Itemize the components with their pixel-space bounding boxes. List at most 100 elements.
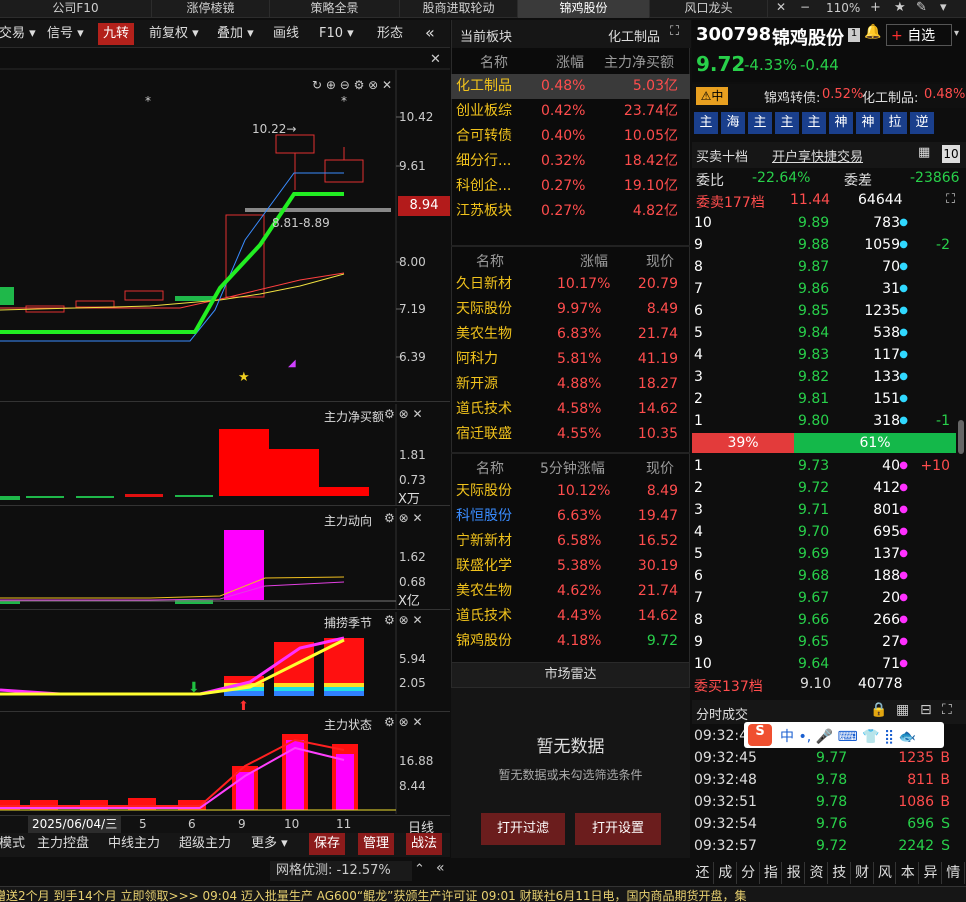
sell-level-row[interactable]: 10 9.89 783 ● <box>692 212 950 234</box>
quick-tab[interactable]: 海 <box>721 112 745 134</box>
ime-icons[interactable]: 中 •, 🎤 ⌨ 👕 ⣿ 🐟 <box>780 726 916 746</box>
quick-tab[interactable]: 神 <box>829 112 853 134</box>
buy-level-row[interactable]: 9 9.65 27 ● <box>692 631 950 653</box>
open-filter-button[interactable]: 打开过滤 <box>481 813 565 845</box>
sell-level-row[interactable]: 6 9.85 1235 ● <box>692 300 950 322</box>
buy-level-row[interactable]: 8 9.66 266 ● <box>692 609 950 631</box>
manage-button[interactable]: 管理 <box>358 833 395 855</box>
grid-icon[interactable]: ▦ <box>918 145 930 160</box>
chevron-down-icon[interactable]: ▾ <box>940 0 947 15</box>
sell-level-row[interactable]: 5 9.84 538 ● <box>692 322 950 344</box>
indicator-main-state[interactable]: 主力状态 ⚙ ⊗ ✕ 16.88 8.44 <box>0 714 450 814</box>
open-settings-button[interactable]: 打开设置 <box>575 813 661 845</box>
indicator-net-buy[interactable]: 主力净买额 ⚙ ⊗ ✕ 1.81 0.73 X万 <box>0 404 450 507</box>
buy-level-row[interactable]: 10 9.64 71 ● <box>692 653 950 675</box>
sector-row[interactable]: 创业板综 0.42% 23.74亿 <box>451 99 690 124</box>
info-tab[interactable]: 技 <box>829 862 851 884</box>
five-min-row[interactable]: 美农生物 4.62% 21.74 <box>451 579 690 604</box>
orderbook-scrollbar[interactable] <box>958 420 964 454</box>
five-min-row[interactable]: 锦鸡股份 4.18% 9.72 <box>451 629 690 654</box>
open-account-link[interactable]: 开户享快捷交易 <box>772 146 863 165</box>
info-tab[interactable]: 风 <box>874 862 897 884</box>
expand-icon[interactable]: ⛶ <box>946 192 955 207</box>
star-icon[interactable]: ★ <box>894 0 906 15</box>
five-min-row[interactable]: 联盛化学 5.38% 30.19 <box>451 554 690 579</box>
zoom-out-icon[interactable]: − <box>800 0 810 14</box>
sell-level-row[interactable]: 4 9.83 117 ● <box>692 344 950 366</box>
buy-level-row[interactable]: 6 9.68 188 ● <box>692 565 950 587</box>
pattern-button[interactable]: 形态 <box>372 23 408 45</box>
kline-chart[interactable]: ✕ * * ★ ◢ ↻ ⊕ ⊖ ⚙ ⊗ ✕ 10.22→ 8.81-8.89 1 <box>0 50 450 402</box>
indicator-season[interactable]: 捕捞季节 ⚙ ⊗ ✕ ⬇ ⬆ 5.94 2.05 <box>0 612 450 712</box>
sector-row[interactable]: 江苏板块 0.27% 4.82亿 <box>451 199 690 224</box>
news-ticker[interactable]: 赠送2个月 到手14个月 立即领取>>> 09:04 迈入批量生产 AG600“… <box>0 886 966 902</box>
info-tab[interactable]: 情 <box>943 862 965 884</box>
tab-limit-prism[interactable]: 涨停棱镜 <box>152 0 270 18</box>
stock-row[interactable]: 美农生物 6.83% 21.74 <box>451 322 690 347</box>
buy-level-row[interactable]: 4 9.70 695 ● <box>692 521 950 543</box>
quick-tab[interactable]: 主 <box>748 112 772 134</box>
five-min-row[interactable]: 天际股份 10.12% 8.49 <box>451 479 690 504</box>
quick-tab[interactable]: 逆 <box>910 112 934 134</box>
stock-row[interactable]: 阿科力 5.81% 41.19 <box>451 347 690 372</box>
tab-super-main[interactable]: 超级主力 <box>174 833 236 855</box>
buy-level-row[interactable]: 3 9.71 801 ● <box>692 499 950 521</box>
stock-row[interactable]: 道氏技术 4.58% 14.62 <box>451 397 690 422</box>
strategy-button[interactable]: 战法 <box>406 833 443 855</box>
zoom-in-icon[interactable]: + <box>870 0 881 15</box>
quick-tab[interactable]: 主 <box>802 112 826 134</box>
nine-turn-button[interactable]: 九转 <box>98 23 135 45</box>
adjust-menu[interactable]: 前复权 ▾ <box>144 23 204 45</box>
quick-tab[interactable]: 主 <box>775 112 799 134</box>
sell-level-row[interactable]: 9 9.88 1059 ● -2 <box>692 234 950 256</box>
info-tab[interactable]: 指 <box>760 862 783 884</box>
f10-menu[interactable]: F10 ▾ <box>314 23 359 45</box>
five-min-row[interactable]: 科恒股份 6.63% 19.47 <box>451 504 690 529</box>
grid-icon[interactable]: ▦ <box>896 702 909 718</box>
tab-more[interactable]: 更多 ▾ <box>246 833 293 855</box>
signal-menu[interactable]: 信号 ▾ <box>42 23 89 45</box>
stock-row[interactable]: 久日新材 10.17% 20.79 <box>451 272 690 297</box>
sogou-icon[interactable]: S <box>748 724 772 746</box>
info-tab[interactable]: 成 <box>715 862 737 884</box>
sell-level-row[interactable]: 2 9.81 151 ● <box>692 388 950 410</box>
buy-level-row[interactable]: 7 9.67 20 ● <box>692 587 950 609</box>
info-tab[interactable]: 异 <box>920 862 942 884</box>
buy-level-row[interactable]: 5 9.69 137 ● <box>692 543 950 565</box>
tab-stock[interactable]: 锦鸡股份 <box>518 0 650 18</box>
expand-icon[interactable]: ⛶ <box>942 702 952 718</box>
bell-icon[interactable]: 🔔 <box>864 24 881 40</box>
sell-level-row[interactable]: 8 9.87 70 ● <box>692 256 950 278</box>
stock-row[interactable]: 天际股份 9.97% 8.49 <box>451 297 690 322</box>
sector-row[interactable]: 合可转债 0.40% 10.05亿 <box>451 124 690 149</box>
five-min-row[interactable]: 道氏技术 4.43% 14.62 <box>451 604 690 629</box>
trade-menu[interactable]: 交易 ▾ <box>0 23 41 45</box>
collapse-icon[interactable]: « <box>425 23 435 42</box>
tab-mode[interactable]: 模式 <box>0 833 30 855</box>
info-tab[interactable]: 报 <box>783 862 806 884</box>
info-tab[interactable]: 财 <box>852 862 874 884</box>
chart-tools-icons[interactable]: ↻ ⊕ ⊖ ⚙ ⊗ ✕ <box>312 78 392 92</box>
collapse-icon[interactable]: « <box>436 860 445 876</box>
tab-main-control[interactable]: 主力控盘 <box>32 833 94 855</box>
tab-strategy[interactable]: 策略全景 <box>270 0 400 18</box>
lock-icon[interactable]: 🔒 <box>870 702 887 718</box>
quick-tab[interactable]: 主 <box>694 112 718 134</box>
buy-level-row[interactable]: 1 9.73 40 ● +10 <box>692 455 950 477</box>
chevron-down-icon[interactable]: ▾ <box>954 28 959 39</box>
sell-level-row[interactable]: 7 9.86 31 ● <box>692 278 950 300</box>
edit-icon[interactable]: ✎ <box>916 0 927 15</box>
info-tab[interactable]: 还 <box>692 862 714 884</box>
level-ten-icon[interactable]: 10 <box>942 145 960 163</box>
draw-line-button[interactable]: 画线 <box>268 23 304 45</box>
window-close-icon[interactable]: ✕ <box>776 0 786 14</box>
indicator-main-flow[interactable]: 主力动向 ⚙ ⊗ ✕ 1.62 0.68 X亿 <box>0 508 450 610</box>
expand-icon[interactable]: ⛶ <box>670 24 679 39</box>
sell-level-row[interactable]: 3 9.82 133 ● <box>692 366 950 388</box>
info-tab[interactable]: 资 <box>806 862 828 884</box>
five-min-row[interactable]: 宁新新材 6.58% 16.52 <box>451 529 690 554</box>
save-button[interactable]: 保存 <box>309 833 346 855</box>
sector-row[interactable]: 化工制品 0.48% 5.03亿 <box>451 74 690 99</box>
tab-f10[interactable]: 公司F10 <box>0 0 152 18</box>
tab-mid-main[interactable]: 中线主力 <box>103 833 165 855</box>
